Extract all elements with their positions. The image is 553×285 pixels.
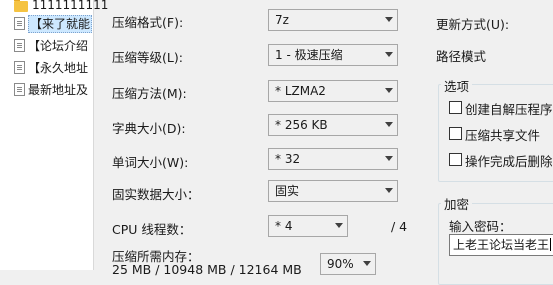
path-mode-label: 路径模式 [436, 49, 487, 64]
dictionary-size-value: * 256 KB [275, 118, 328, 132]
dictionary-size-label: 字典大小(D): [112, 121, 186, 136]
encryption-group-title: 加密 [441, 194, 473, 213]
file-icon [14, 39, 25, 52]
compress-shared-files-label: 压缩共享文件 [465, 128, 541, 143]
solid-block-size-select[interactable]: 固实 [268, 180, 398, 202]
chevron-down-icon [385, 17, 393, 22]
password-value: 上老王论坛当老王 [453, 238, 550, 252]
compression-method-select[interactable]: * LZMA2 [268, 80, 398, 102]
chevron-down-icon [385, 188, 393, 193]
tree-folder-label: 1111111111 [32, 0, 109, 12]
delete-after-compress-checkbox[interactable] [449, 153, 462, 166]
chevron-down-icon [385, 156, 393, 161]
compression-level-value: 1 - 极速压缩 [275, 48, 343, 62]
solid-block-size-label: 固实数据大小： [112, 187, 200, 202]
options-group-title: 选项 [441, 76, 473, 95]
word-size-label: 单词大小(W): [112, 155, 189, 170]
create-sfx-label: 创建自解压程序(X [465, 102, 553, 117]
chevron-down-icon [335, 223, 343, 228]
create-sfx-checkbox[interactable] [449, 101, 462, 114]
tree-file-label: 【永久地址 [28, 61, 89, 75]
word-size-select[interactable]: * 32 [268, 148, 398, 170]
chevron-down-icon [385, 52, 393, 57]
cpu-threads-label: CPU 线程数： [112, 222, 192, 237]
cpu-threads-total: / 4 [391, 219, 408, 234]
tree-file-label: 【论坛介绍 [28, 39, 89, 53]
text-caret [550, 238, 552, 251]
compress-shared-files-checkbox[interactable] [449, 127, 462, 140]
compression-method-label: 压缩方法(M): [112, 86, 187, 101]
chevron-down-icon [363, 261, 371, 266]
chevron-down-icon [385, 122, 393, 127]
memory-percent-select[interactable]: 90% [320, 253, 376, 275]
tree-file-label: 最新地址及 [28, 83, 89, 97]
word-size-value: * 32 [275, 152, 301, 166]
cpu-threads-value: * 4 [275, 219, 293, 233]
update-mode-label: 更新方式(U): [436, 17, 510, 32]
folder-icon [14, 0, 28, 12]
compression-format-value: 7z [275, 13, 289, 27]
chevron-down-icon [385, 88, 393, 93]
file-tree-panel: 1111111111 【来了就能 【论坛介绍 【永久地址 最新地址及 [0, 0, 108, 270]
memory-percent-value: 90% [327, 257, 354, 271]
file-icon [14, 61, 25, 74]
compression-level-select[interactable]: 1 - 极速压缩 [268, 44, 398, 66]
file-icon [14, 17, 25, 30]
solid-block-size-value: 固实 [275, 184, 300, 198]
compression-format-label: 压缩格式(F): [112, 15, 184, 30]
delete-after-compress-label: 操作完成后删除源 [465, 154, 553, 169]
dictionary-size-select[interactable]: * 256 KB [268, 114, 398, 136]
tree-file-label: 【来了就能 [28, 15, 93, 33]
password-input[interactable]: 上老王论坛当老王 [449, 234, 553, 256]
compression-format-select[interactable]: 7z [268, 9, 398, 31]
password-label: 输入密码： [449, 219, 512, 234]
cpu-threads-select[interactable]: * 4 [268, 215, 348, 237]
compression-level-label: 压缩等级(L): [112, 50, 183, 65]
compression-method-value: * LZMA2 [275, 84, 326, 98]
file-icon [14, 83, 25, 96]
